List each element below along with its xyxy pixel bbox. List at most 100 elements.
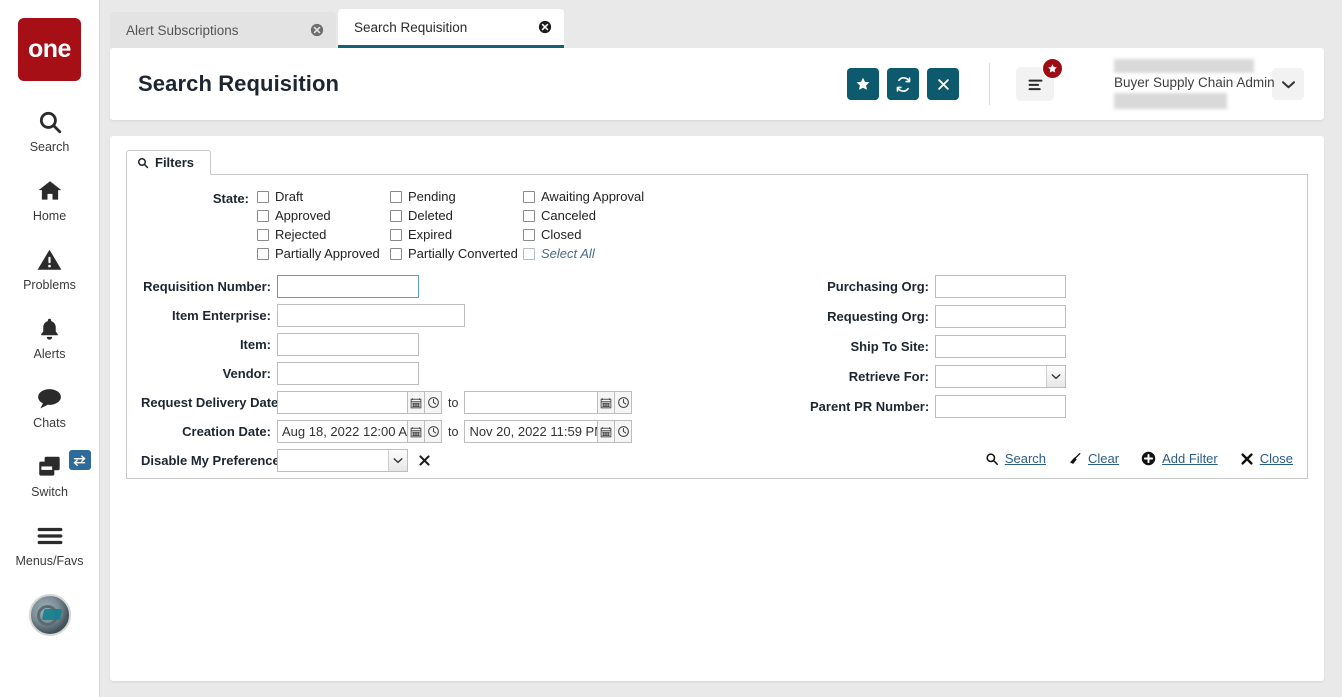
add-filter-action-link[interactable]: Add Filter: [1141, 451, 1218, 466]
chevron-down-icon[interactable]: [388, 450, 407, 471]
sidebar-item-label: Alerts: [33, 347, 66, 361]
close-button[interactable]: [927, 68, 959, 100]
broom-icon: [1068, 452, 1082, 466]
calendar-icon[interactable]: [408, 420, 425, 443]
parent-pr-number-input[interactable]: [935, 395, 1066, 418]
request-delivery-date-from-input[interactable]: [277, 391, 408, 414]
checkbox-box[interactable]: [257, 209, 269, 222]
checkbox-rejected[interactable]: Rejected: [257, 227, 390, 242]
vendor-input[interactable]: [277, 362, 419, 385]
checkbox-label: Select All: [541, 246, 595, 261]
tab-filters[interactable]: Filters: [126, 150, 212, 175]
field-vendor: Vendor:: [141, 362, 661, 385]
purchasing-org-input[interactable]: [935, 275, 1066, 298]
user-block[interactable]: Buyer Supply Chain Admin: [1114, 59, 1275, 109]
calendar-icon[interactable]: [408, 391, 425, 414]
checkbox-box[interactable]: [523, 228, 535, 241]
checkbox-select-all[interactable]: Select All: [523, 246, 644, 261]
checkbox-approved[interactable]: Approved: [257, 208, 390, 223]
sidebar-item-menus-favs[interactable]: Menus/Favs: [0, 521, 100, 568]
field-label: Item:: [239, 337, 271, 352]
tab-alert-subscriptions[interactable]: Alert Subscriptions: [110, 12, 336, 48]
hamburger-icon: [36, 521, 64, 551]
tab-strip: Alert Subscriptions Search Requisition: [100, 0, 1342, 48]
sidebar-item-search[interactable]: Search: [0, 107, 100, 154]
checkbox-box[interactable]: [390, 190, 402, 203]
field-label: Requesting Org:: [827, 309, 929, 324]
field-parent-pr-number: Parent PR Number:: [810, 395, 1080, 418]
sidebar-item-chats[interactable]: Chats: [0, 383, 100, 430]
close-action-link[interactable]: Close: [1240, 451, 1293, 466]
checkbox-pending[interactable]: Pending: [390, 189, 523, 204]
checkbox-partially-approved[interactable]: Partially Approved: [257, 246, 390, 261]
notifications-menu-button[interactable]: [1016, 58, 1063, 101]
tab-search-requisition[interactable]: Search Requisition: [338, 9, 564, 48]
clear-action-link[interactable]: Clear: [1068, 451, 1119, 466]
clock-icon[interactable]: [425, 391, 442, 414]
retrieve-for-select[interactable]: [935, 365, 1066, 388]
search-action-link[interactable]: Search: [985, 451, 1046, 466]
calendar-icon[interactable]: [598, 391, 616, 414]
avatar[interactable]: [28, 594, 71, 636]
star-icon: [856, 77, 870, 90]
creation-date-from-group: Aug 18, 2022 12:00 AM: [277, 420, 442, 443]
sidebar-item-switch[interactable]: Switch: [0, 450, 100, 499]
checkbox-box[interactable]: [523, 209, 535, 222]
checkbox-box[interactable]: [390, 228, 402, 241]
creation-date-to-group: Nov 20, 2022 11:59 PM: [464, 420, 633, 443]
sidebar-item-home[interactable]: Home: [0, 176, 100, 223]
field-creation-date: Creation Date: Aug 18, 2022 12:00 AM to …: [141, 420, 661, 443]
app-logo[interactable]: one: [18, 18, 81, 81]
sidebar-item-problems[interactable]: Problems: [0, 245, 100, 292]
checkbox-draft[interactable]: Draft: [257, 189, 390, 204]
chevron-down-icon[interactable]: [1046, 366, 1065, 387]
checkbox-expired[interactable]: Expired: [390, 227, 523, 242]
close-circle-icon[interactable]: [538, 20, 552, 34]
checkbox-awaiting-approval[interactable]: Awaiting Approval: [523, 189, 644, 204]
hamburger-icon: [1028, 79, 1042, 91]
checkbox-box[interactable]: [257, 190, 269, 203]
checkbox-box[interactable]: [390, 247, 402, 260]
refresh-button[interactable]: [887, 68, 919, 100]
disable-my-preferences-select[interactable]: [277, 449, 408, 472]
checkbox-deleted[interactable]: Deleted: [390, 208, 523, 223]
checkbox-box[interactable]: [523, 247, 535, 260]
checkbox-canceled[interactable]: Canceled: [523, 208, 644, 223]
clock-icon[interactable]: [615, 420, 633, 443]
field-label: Retrieve For:: [848, 369, 929, 384]
item-enterprise-input[interactable]: [277, 304, 465, 327]
home-icon: [36, 176, 64, 206]
checkbox-box[interactable]: [257, 228, 269, 241]
swap-arrows-icon[interactable]: [68, 450, 91, 470]
tab-label: Search Requisition: [354, 19, 468, 35]
header-action-buttons: [847, 68, 959, 100]
item-input[interactable]: [277, 333, 419, 356]
creation-date-to-input[interactable]: Nov 20, 2022 11:59 PM: [464, 420, 599, 443]
sidebar-item-alerts[interactable]: Alerts: [0, 314, 100, 361]
refresh-icon: [896, 76, 910, 92]
creation-date-from-input[interactable]: Aug 18, 2022 12:00 AM: [277, 420, 408, 443]
favorite-button[interactable]: [847, 68, 879, 100]
checkbox-partially-converted[interactable]: Partially Converted: [390, 246, 523, 261]
state-label: State:: [212, 191, 249, 206]
ship-to-site-input[interactable]: [935, 335, 1066, 358]
requesting-org-input[interactable]: [935, 305, 1066, 328]
checkbox-box[interactable]: [390, 209, 402, 222]
field-item: Item:: [141, 333, 661, 356]
clock-icon[interactable]: [615, 391, 633, 414]
clear-preferences-button[interactable]: [418, 454, 431, 467]
user-menu-button[interactable]: [1272, 68, 1304, 100]
clock-icon[interactable]: [425, 420, 442, 443]
checkbox-closed[interactable]: Closed: [523, 227, 644, 242]
field-item-enterprise: Item Enterprise:: [141, 304, 661, 327]
request-delivery-date-to-input[interactable]: [464, 391, 599, 414]
sidebar-item-label: Problems: [23, 278, 76, 292]
action-label: Search: [1004, 451, 1047, 466]
calendar-icon[interactable]: [598, 420, 616, 443]
checkbox-box[interactable]: [257, 247, 269, 260]
requisition-number-input[interactable]: [277, 275, 419, 298]
windows-stack-icon: [36, 452, 64, 482]
chevron-down-icon: [1281, 80, 1295, 88]
close-circle-icon[interactable]: [310, 23, 324, 37]
checkbox-box[interactable]: [523, 190, 535, 203]
